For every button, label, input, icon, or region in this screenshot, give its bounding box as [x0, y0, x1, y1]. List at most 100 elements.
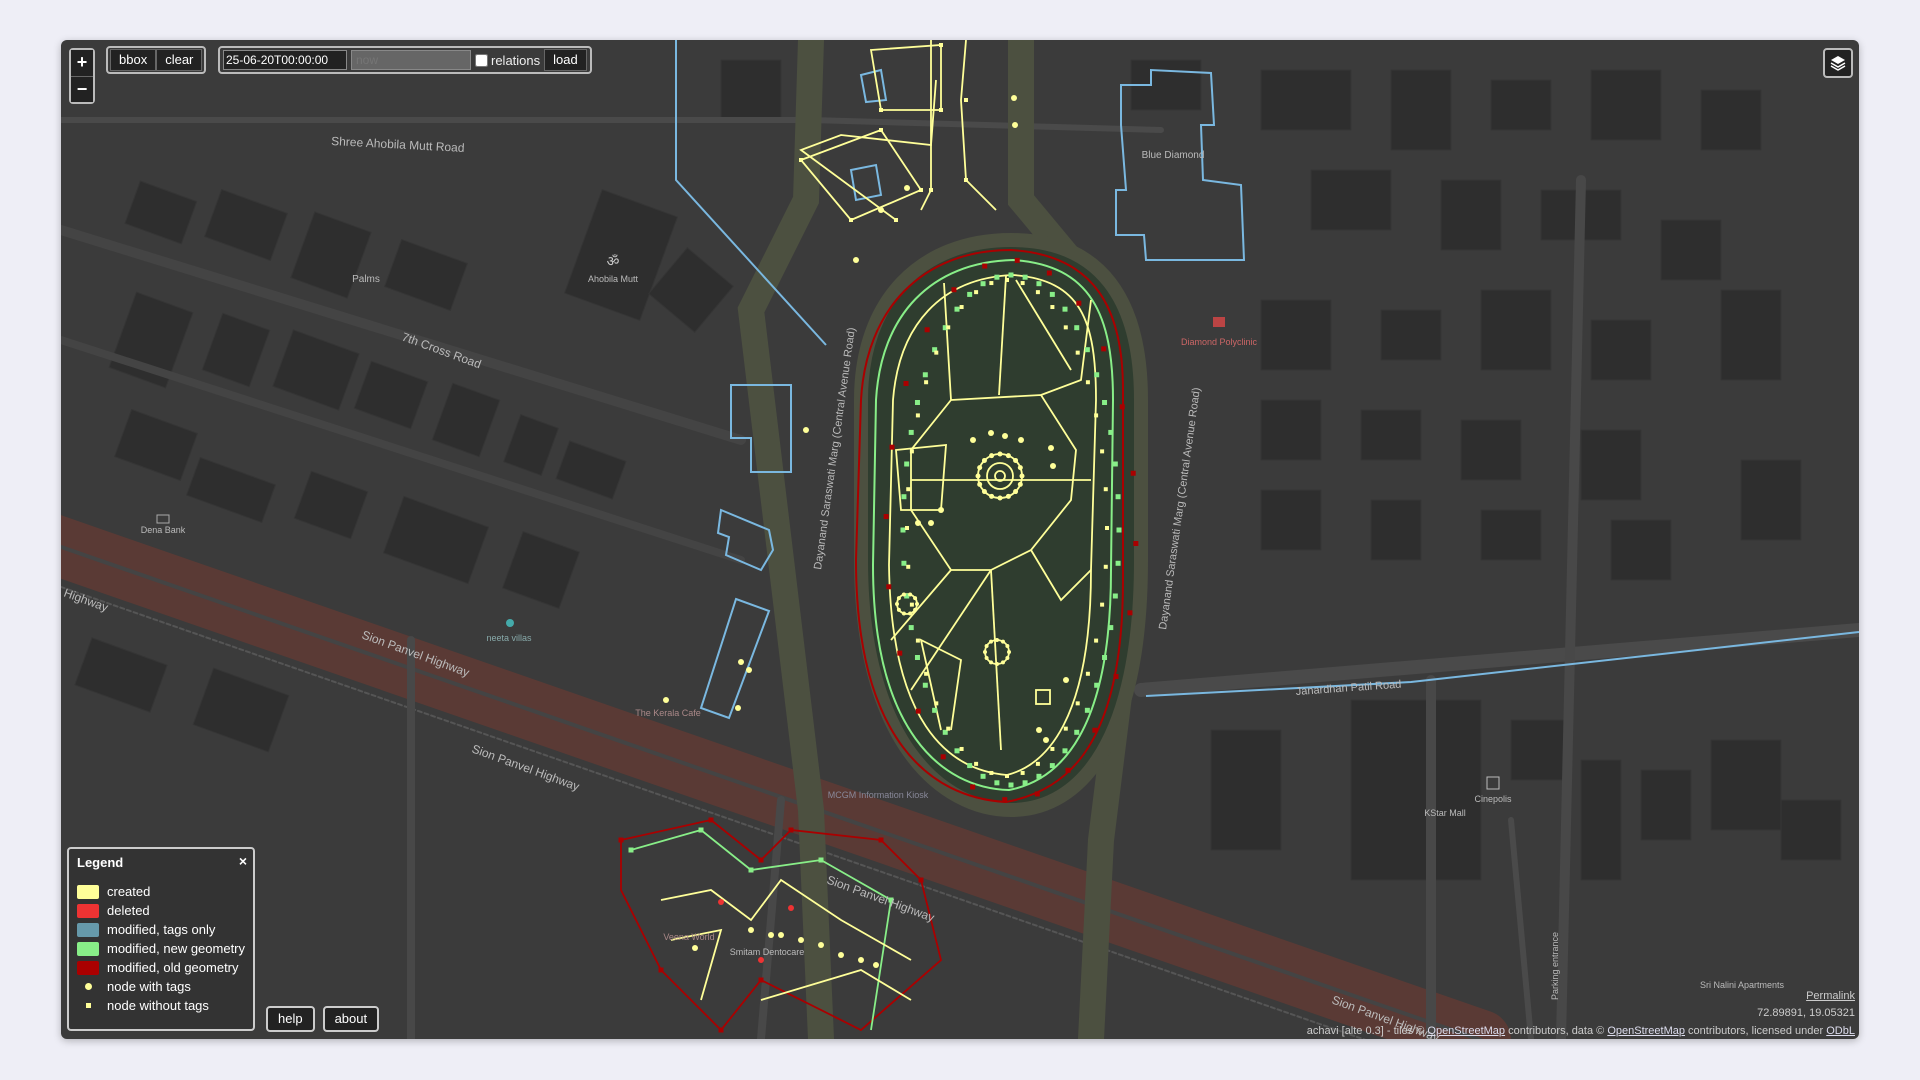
- legend-swatch-new-geometry: [77, 941, 99, 956]
- way-node: [1094, 413, 1099, 418]
- tagged-node: [1017, 465, 1023, 471]
- way-node: [799, 158, 803, 162]
- way-node: [908, 625, 914, 631]
- legend-item: modified, tags only: [77, 920, 245, 939]
- about-button[interactable]: about: [322, 1006, 380, 1032]
- way-node: [1085, 671, 1090, 676]
- way-node: [1050, 746, 1055, 751]
- relations-checkbox[interactable]: [475, 53, 488, 67]
- way-node: [939, 108, 943, 112]
- om-icon: ॐ: [607, 253, 620, 269]
- osm-data-link[interactable]: OpenStreetMap: [1607, 1025, 1685, 1037]
- way-node: [901, 560, 907, 566]
- legend-item: created: [77, 882, 245, 901]
- way-node: [1062, 306, 1068, 312]
- way-node: [1063, 726, 1068, 731]
- tagged-node: [853, 257, 859, 263]
- way-node: [905, 526, 909, 530]
- tagged-node: [915, 602, 919, 606]
- tagged-node: [718, 899, 724, 905]
- way-node: [1084, 347, 1090, 353]
- tagged-node: [928, 520, 934, 526]
- tagged-node: [738, 659, 744, 665]
- map-canvas[interactable]: Shree Ahobila Mutt Road 7th Cross Road D…: [61, 40, 1859, 1039]
- odbl-link[interactable]: ODbL: [1826, 1025, 1855, 1037]
- osm-tiles-link[interactable]: OpenStreetMap: [1427, 1025, 1505, 1037]
- way-node: [980, 281, 986, 287]
- tagged-node: [995, 638, 999, 642]
- way-node: [1008, 782, 1014, 788]
- date-from-input[interactable]: [223, 50, 347, 70]
- way-node: [879, 128, 883, 132]
- way-node: [940, 754, 946, 760]
- way-node: [967, 763, 973, 769]
- layers-button[interactable]: [1823, 48, 1853, 78]
- tagged-node: [1017, 481, 1023, 487]
- legend-close-icon[interactable]: ×: [239, 853, 247, 869]
- way-node: [929, 188, 933, 192]
- tagged-node: [896, 607, 901, 612]
- way-node: [1074, 325, 1080, 331]
- way-node: [994, 274, 1000, 280]
- label-dayanand-right: Dayanand Saraswati Marg (Central Avenue …: [1157, 387, 1203, 631]
- way-node: [1105, 526, 1109, 530]
- way-node: [964, 98, 968, 102]
- clear-button[interactable]: clear: [156, 49, 203, 71]
- label-dena: Dena Bank: [141, 525, 186, 535]
- label-cinepolis: Cinepolis: [1474, 794, 1512, 804]
- tagged-node: [1048, 445, 1054, 451]
- way-node: [1005, 278, 1009, 282]
- way-node: [628, 847, 634, 853]
- attribution: achavi [alte 0.3] - tiles © OpenStreetMa…: [1307, 1025, 1855, 1037]
- zoom-out-button[interactable]: −: [71, 76, 93, 102]
- tagged-node: [984, 656, 989, 660]
- bbox-button[interactable]: bbox: [110, 49, 157, 71]
- way-node: [658, 967, 664, 973]
- way-node: [959, 746, 964, 751]
- way-node: [1119, 404, 1125, 410]
- tagged-node: [989, 493, 995, 499]
- legend-swatch-old-geometry: [77, 960, 99, 975]
- node-notags-icon: [85, 1003, 91, 1008]
- tagged-node: [989, 639, 993, 644]
- tagged-node: [1036, 727, 1042, 733]
- way-node: [908, 429, 914, 435]
- date-to-input[interactable]: [351, 50, 471, 70]
- zoom-in-button[interactable]: +: [71, 50, 93, 77]
- way-node: [1094, 372, 1100, 378]
- bbox-control: bbox clear: [106, 46, 207, 74]
- way-node: [1092, 727, 1098, 733]
- tagged-node: [1018, 437, 1024, 443]
- way-node: [915, 638, 920, 643]
- relations-toggle[interactable]: relations: [475, 53, 540, 68]
- way-node: [974, 290, 979, 295]
- map-viewport[interactable]: Shree Ahobila Mutt Road 7th Cross Road D…: [61, 40, 1859, 1039]
- way-node: [818, 857, 824, 863]
- tagged-node: [913, 607, 918, 612]
- load-button[interactable]: load: [544, 49, 587, 71]
- tagged-node: [778, 932, 784, 938]
- way-node: [1102, 400, 1108, 405]
- permalink-link[interactable]: Permalink: [1806, 990, 1855, 1002]
- way-node: [934, 350, 939, 355]
- label-parking: Parking entrance: [1550, 932, 1560, 1000]
- way-node: [894, 218, 898, 222]
- tagged-node: [1012, 122, 1018, 128]
- tagged-node: [983, 650, 987, 654]
- legend-panel: Legend × created deleted modified, tags …: [67, 847, 255, 1031]
- way-node: [1074, 729, 1080, 735]
- label-ahobila: Ahobila Mutt: [588, 274, 639, 284]
- legend-item: node without tags: [77, 996, 245, 1015]
- way-node: [1014, 257, 1020, 263]
- help-button[interactable]: help: [266, 1006, 315, 1032]
- legend-label: deleted: [107, 903, 150, 918]
- way-node: [906, 487, 911, 492]
- legend-swatch-created: [77, 884, 99, 899]
- way-node: [924, 380, 929, 385]
- legend-label: created: [107, 884, 151, 899]
- way-node: [954, 306, 960, 312]
- way-node: [708, 817, 714, 823]
- legend-item: modified, new geometry: [77, 939, 245, 958]
- way-node: [954, 748, 960, 754]
- way-node: [922, 682, 928, 688]
